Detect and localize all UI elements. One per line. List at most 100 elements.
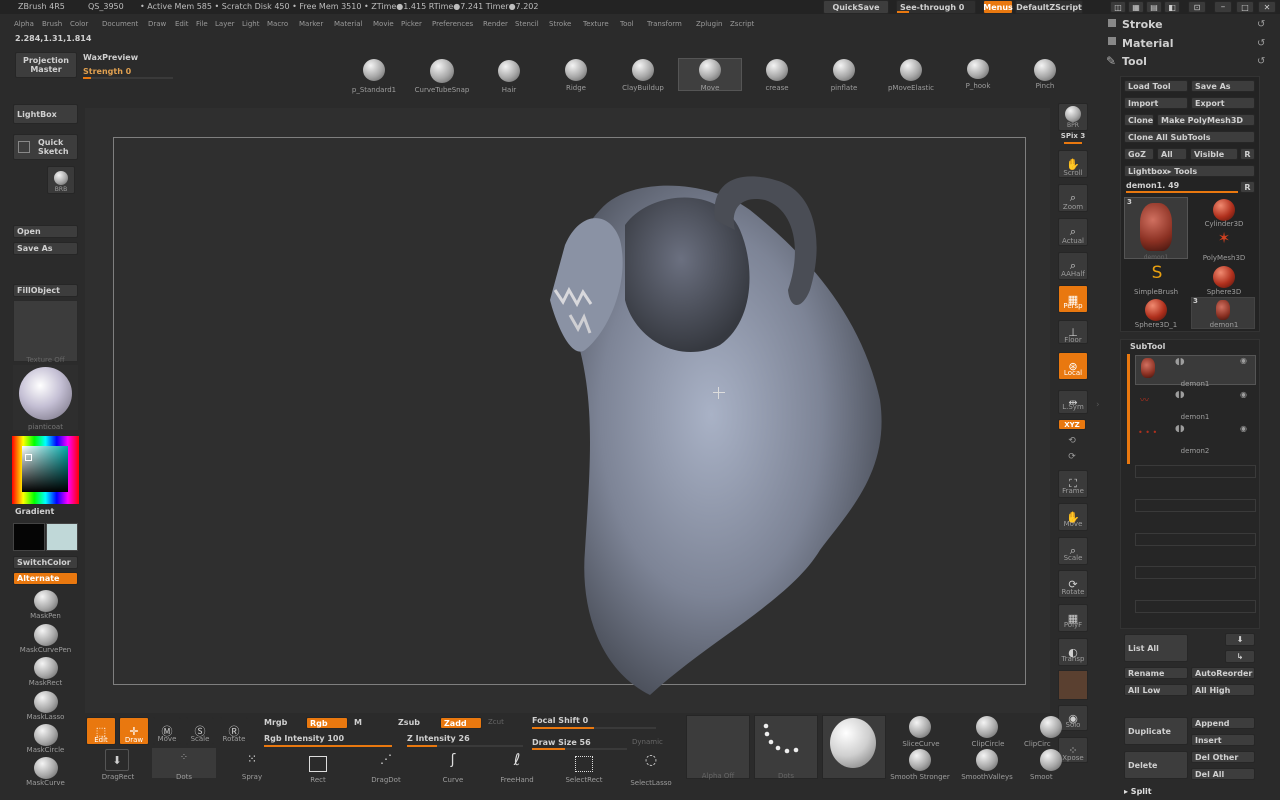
open-button[interactable]: Open bbox=[13, 225, 78, 238]
m-button[interactable]: M bbox=[354, 718, 362, 727]
freehand-icon[interactable]: ℓ bbox=[505, 750, 529, 769]
load-tool-button[interactable]: Load Tool bbox=[1124, 80, 1188, 92]
rgb-button[interactable]: Rgb bbox=[306, 717, 348, 729]
select-lasso-icon[interactable]: ◌ bbox=[639, 752, 663, 768]
refresh-icon[interactable]: ↺ bbox=[1257, 56, 1265, 67]
mask-curve-icon[interactable] bbox=[34, 757, 58, 779]
import-button[interactable]: Import bbox=[1124, 97, 1188, 109]
fill-object-button[interactable]: FillObject bbox=[13, 284, 78, 297]
goz-all-button[interactable]: All bbox=[1157, 148, 1187, 160]
curve-icon[interactable]: ʃ bbox=[441, 752, 465, 768]
demon-sculpt[interactable] bbox=[540, 170, 900, 700]
menu-color[interactable]: Color bbox=[70, 20, 88, 28]
simplebrush-icon[interactable]: S bbox=[1145, 263, 1169, 283]
sphere3d-1-icon[interactable] bbox=[1145, 299, 1167, 321]
brush-icon[interactable] bbox=[1034, 59, 1056, 81]
smooth-valleys-icon[interactable] bbox=[976, 749, 998, 771]
save-as-button[interactable]: Save As bbox=[13, 242, 78, 255]
xyz-button[interactable]: XYZ bbox=[1058, 419, 1086, 430]
make-polymesh-button[interactable]: Make PolyMesh3D bbox=[1157, 114, 1255, 126]
quicksave-button[interactable]: QuickSave bbox=[823, 0, 889, 14]
tool-menu-header[interactable]: Tool bbox=[1122, 55, 1147, 68]
split-menu-header[interactable]: ▸ Split bbox=[1124, 787, 1152, 796]
menu-stroke[interactable]: Stroke bbox=[549, 20, 571, 28]
menu-document[interactable]: Document bbox=[102, 20, 138, 28]
goz-button[interactable]: GoZ bbox=[1124, 148, 1154, 160]
menus-toggle[interactable]: Menus bbox=[983, 0, 1013, 14]
menu-transform[interactable]: Transform bbox=[647, 20, 682, 28]
demon-tool-slider[interactable]: demon1. 49 bbox=[1126, 181, 1179, 190]
all-low-button[interactable]: All Low bbox=[1124, 684, 1188, 696]
smooth-icon[interactable] bbox=[1040, 749, 1062, 771]
goz-visible-button[interactable]: Visible bbox=[1190, 148, 1238, 160]
brush-icon[interactable] bbox=[833, 59, 855, 81]
drag-rect-icon[interactable]: ⬇ bbox=[105, 749, 129, 771]
append-button[interactable]: Append bbox=[1191, 717, 1255, 729]
del-all-button[interactable]: Del All bbox=[1191, 768, 1255, 780]
lightbox-button[interactable]: LightBox bbox=[13, 104, 78, 124]
save-tool-button[interactable]: Save As bbox=[1191, 80, 1255, 92]
rotate-axis2-icon[interactable]: ⟳ bbox=[1058, 452, 1086, 462]
move-up-icon[interactable]: ⬇ bbox=[1225, 633, 1255, 646]
ghost-button[interactable] bbox=[1058, 670, 1088, 700]
cylinder3d-icon[interactable] bbox=[1213, 199, 1235, 221]
main-color-swatch[interactable] bbox=[13, 523, 45, 551]
see-through-slider[interactable]: See-through 0 bbox=[896, 0, 976, 14]
menu-layer[interactable]: Layer bbox=[215, 20, 235, 28]
lock-icon[interactable]: ⊡ bbox=[1188, 1, 1206, 13]
mask-rect-icon[interactable] bbox=[34, 657, 58, 679]
brush-icon[interactable] bbox=[565, 59, 587, 81]
smooth-stronger-icon[interactable] bbox=[909, 749, 931, 771]
menu-tool[interactable]: Tool bbox=[620, 20, 634, 28]
menu-picker[interactable]: Picker bbox=[401, 20, 422, 28]
clip-circle-icon[interactable] bbox=[976, 716, 998, 738]
gradient-button[interactable]: Gradient bbox=[15, 507, 54, 516]
menu-movie[interactable]: Movie bbox=[373, 20, 394, 28]
menu-marker[interactable]: Marker bbox=[299, 20, 323, 28]
list-all-button[interactable]: List All bbox=[1124, 634, 1188, 662]
menu-brush[interactable]: Brush bbox=[42, 20, 62, 28]
draw-size-slider[interactable]: Draw Size 56 bbox=[532, 738, 591, 747]
z-intensity-slider[interactable]: Z Intensity 26 bbox=[407, 734, 470, 743]
palette-icon[interactable]: ◫ bbox=[1110, 1, 1126, 13]
drag-dot-icon[interactable]: ⋰ bbox=[374, 752, 398, 766]
strength-slider[interactable]: Strength 0 bbox=[83, 67, 131, 76]
tool-r-button[interactable]: R bbox=[1240, 181, 1255, 193]
menu-draw[interactable]: Draw bbox=[148, 20, 166, 28]
brush-icon[interactable] bbox=[699, 59, 721, 81]
sphere3d-icon[interactable] bbox=[1213, 266, 1235, 288]
slice-curve-icon[interactable] bbox=[909, 716, 931, 738]
secondary-color-swatch[interactable] bbox=[46, 523, 78, 551]
color-square[interactable] bbox=[22, 446, 68, 492]
subtool-header[interactable]: SubTool bbox=[1130, 342, 1165, 351]
duplicate-button[interactable]: Duplicate bbox=[1124, 717, 1188, 745]
texture-slot[interactable] bbox=[13, 300, 78, 362]
eye-icon[interactable]: ◉ bbox=[1240, 356, 1247, 365]
export-button[interactable]: Export bbox=[1191, 97, 1255, 109]
subtool-toggle-icon[interactable]: ◖◗ bbox=[1175, 424, 1184, 434]
refresh-icon[interactable]: ↺ bbox=[1257, 38, 1265, 49]
delete-button[interactable]: Delete bbox=[1124, 751, 1188, 779]
menu-alpha[interactable]: Alpha bbox=[14, 20, 34, 28]
move-down-icon[interactable]: ↳ bbox=[1225, 650, 1255, 663]
brush-icon[interactable] bbox=[900, 59, 922, 81]
zsub-button[interactable]: Zsub bbox=[398, 718, 420, 727]
insert-button[interactable]: Insert bbox=[1191, 734, 1255, 746]
goz-r-button[interactable]: R bbox=[1240, 148, 1255, 160]
lightbox-tools-button[interactable]: Lightbox▸ Tools bbox=[1124, 165, 1255, 177]
layout-icon[interactable]: ▤ bbox=[1146, 1, 1162, 13]
brush-icon[interactable] bbox=[967, 59, 989, 79]
maximize-icon[interactable]: □ bbox=[1236, 1, 1254, 13]
quick-sketch-button[interactable]: Quick Sketch bbox=[13, 134, 78, 160]
color-picker[interactable] bbox=[12, 436, 79, 504]
switch-color-button[interactable]: SwitchColor bbox=[13, 556, 78, 569]
zadd-button[interactable]: Zadd bbox=[440, 717, 482, 729]
zcut-button[interactable]: Zcut bbox=[488, 718, 504, 726]
menu-material[interactable]: Material bbox=[334, 20, 362, 28]
mask-lasso-icon[interactable] bbox=[34, 691, 58, 713]
brush-icon[interactable] bbox=[632, 59, 654, 81]
subtool-scrollbar[interactable] bbox=[1127, 354, 1130, 464]
minimize-icon[interactable]: – bbox=[1214, 1, 1232, 13]
all-high-button[interactable]: All High bbox=[1191, 684, 1255, 696]
projection-master-button[interactable]: Projection Master bbox=[15, 52, 77, 78]
